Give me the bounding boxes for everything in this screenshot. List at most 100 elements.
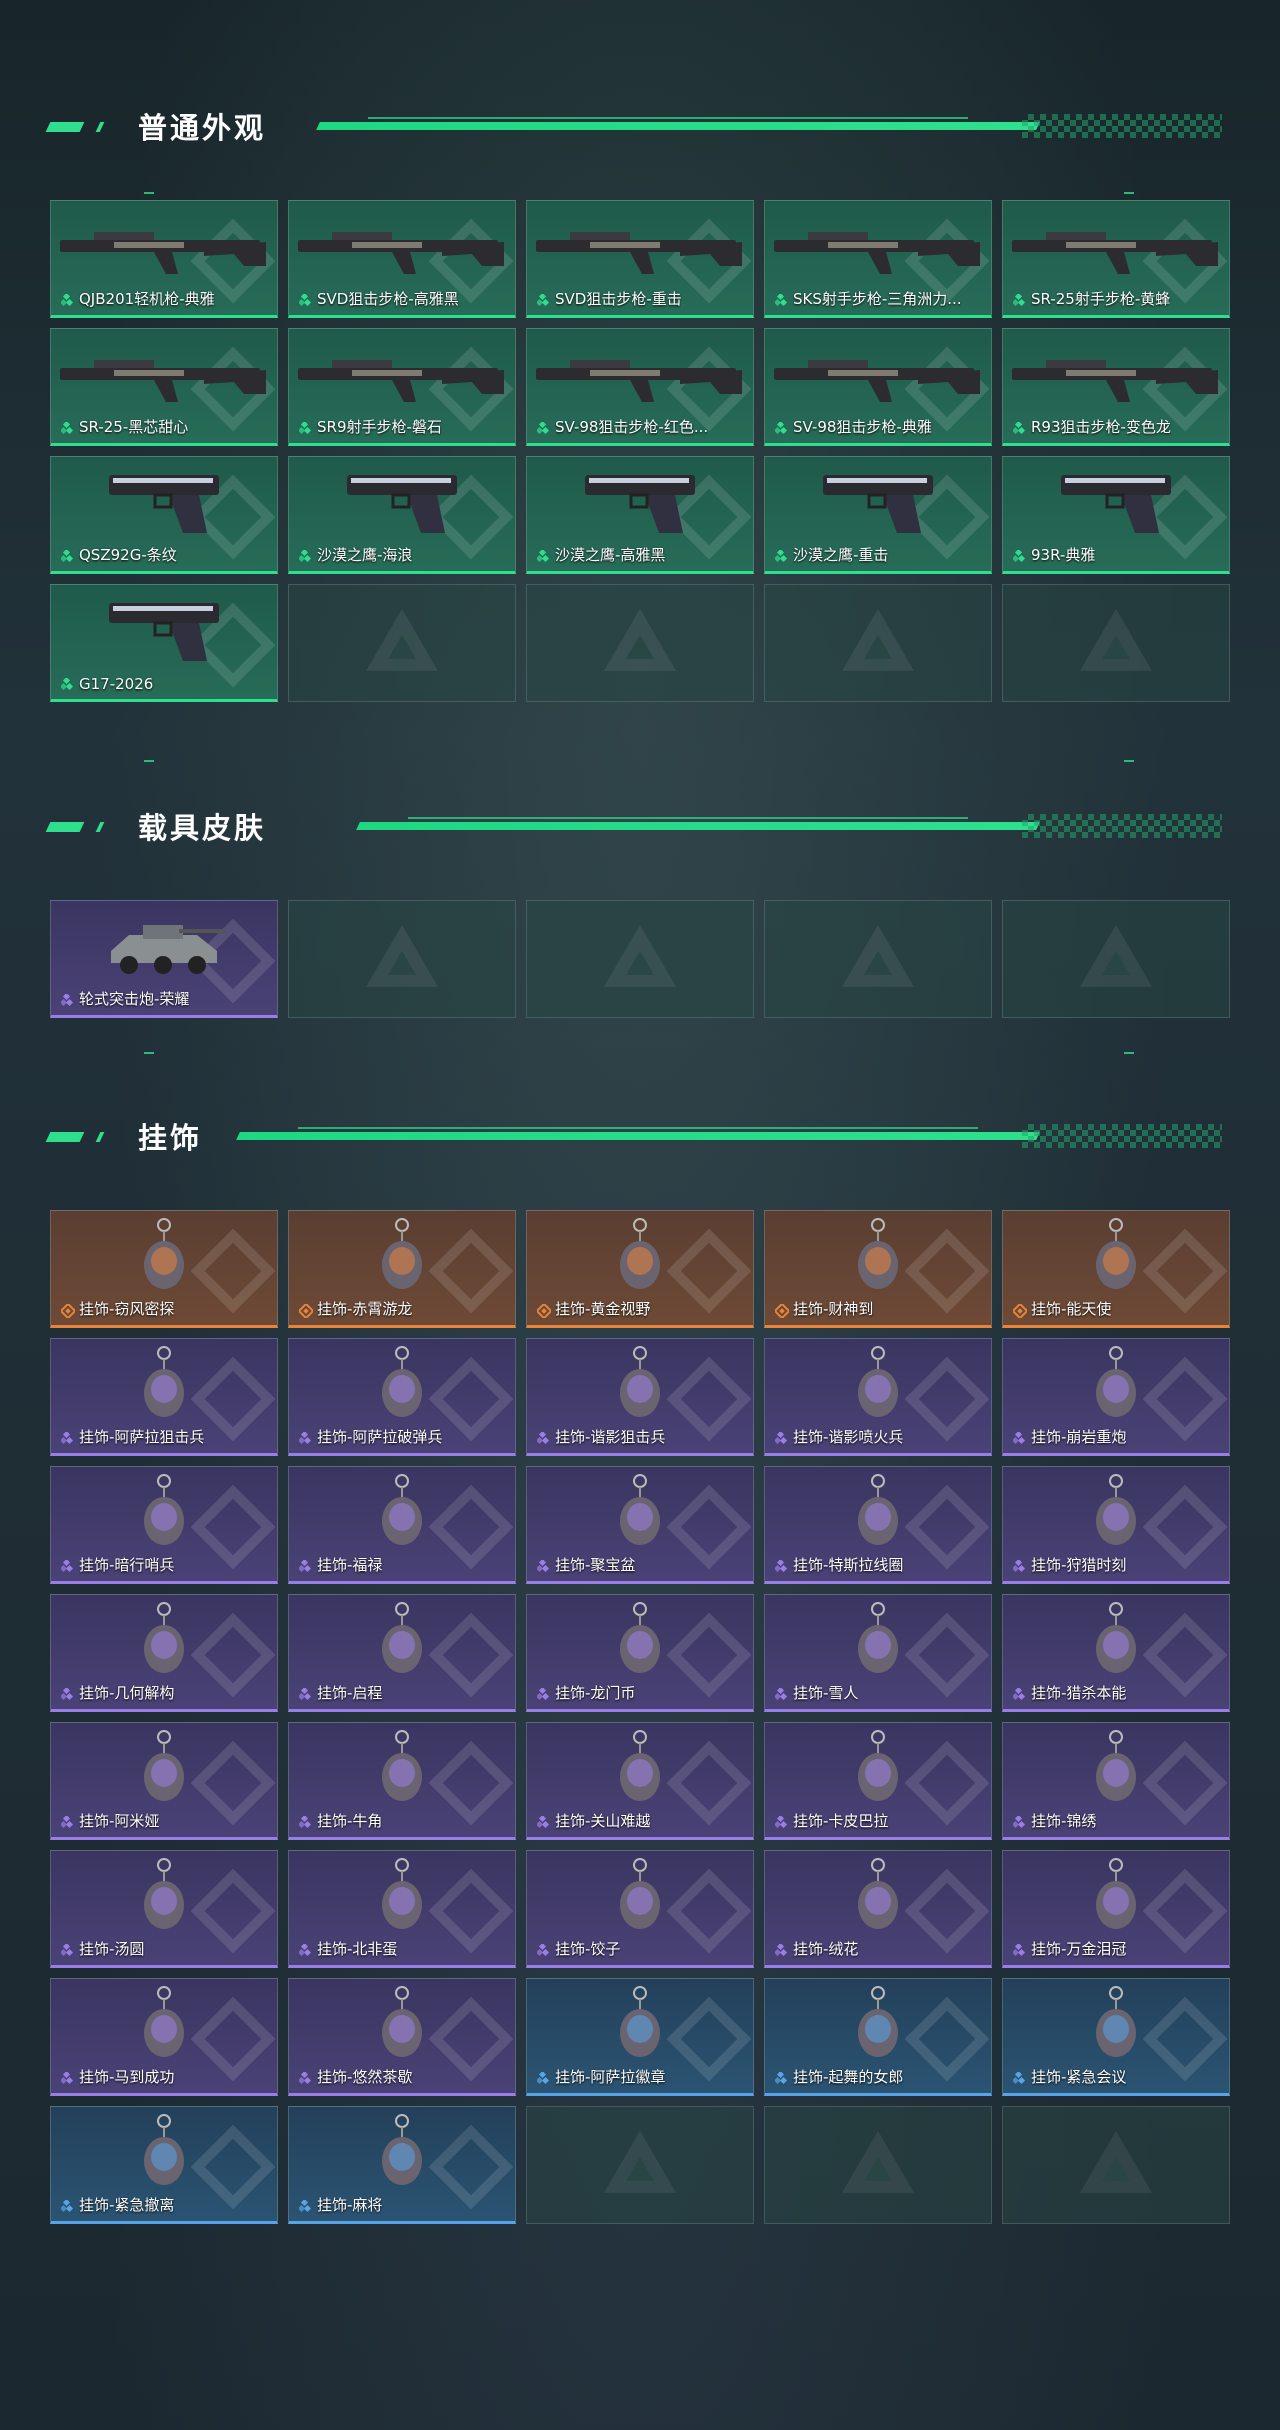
- item-card[interactable]: 挂饰-卡皮巴拉: [764, 1722, 992, 1840]
- item-card[interactable]: 93R-典雅: [1002, 456, 1230, 574]
- item-label: 挂饰-汤圆: [79, 1940, 145, 1958]
- item-card[interactable]: 挂饰-聚宝盆: [526, 1466, 754, 1584]
- rarity-icon: [535, 1942, 550, 1957]
- rifle-icon: [51, 335, 277, 413]
- charm-icon: [289, 1601, 515, 1679]
- item-card[interactable]: 挂饰-起舞的女郎: [764, 1978, 992, 2096]
- item-card[interactable]: 挂饰-特斯拉线圈: [764, 1466, 992, 1584]
- item-card[interactable]: 挂饰-紧急撤离: [50, 2106, 278, 2224]
- item-card[interactable]: 沙漠之鹰-海浪: [288, 456, 516, 574]
- rarity-icon: [59, 292, 74, 307]
- item-label: 挂饰-猎杀本能: [1031, 1684, 1127, 1702]
- item-card[interactable]: R93狙击步枪-变色龙: [1002, 328, 1230, 446]
- item-label: G17-2026: [79, 675, 154, 693]
- item-card[interactable]: SVD狙击步枪-重击: [526, 200, 754, 318]
- item-card[interactable]: 挂饰-紧急会议: [1002, 1978, 1230, 2096]
- item-card[interactable]: 挂饰-阿萨拉徽章: [526, 1978, 754, 2096]
- marker: [1124, 192, 1134, 194]
- item-card[interactable]: 挂饰-关山难越: [526, 1722, 754, 1840]
- charm-icon: [1003, 1473, 1229, 1551]
- charm-icon: [1003, 1345, 1229, 1423]
- item-card[interactable]: G17-2026: [50, 584, 278, 702]
- empty-slot: [764, 2106, 992, 2224]
- item-card[interactable]: 挂饰-谐影喷火兵: [764, 1338, 992, 1456]
- item-card[interactable]: 挂饰-牛角: [288, 1722, 516, 1840]
- item-card[interactable]: SV-98狙击步枪-典雅: [764, 328, 992, 446]
- item-card[interactable]: 沙漠之鹰-重击: [764, 456, 992, 574]
- item-card[interactable]: 挂饰-阿米娅: [50, 1722, 278, 1840]
- item-card[interactable]: 挂饰-北非蛋: [288, 1850, 516, 1968]
- item-label: SR9射手步枪-磐石: [317, 418, 442, 436]
- item-card[interactable]: 挂饰-暗行哨兵: [50, 1466, 278, 1584]
- logo-watermark-icon: [1080, 2130, 1152, 2193]
- rarity-icon: [1011, 1814, 1026, 1829]
- item-label: SVD狙击步枪-重击: [555, 290, 682, 308]
- item-card[interactable]: 挂饰-福禄: [288, 1466, 516, 1584]
- item-card[interactable]: 挂饰-狩猎时刻: [1002, 1466, 1230, 1584]
- logo-watermark-icon: [604, 608, 676, 671]
- item-card[interactable]: 挂饰-赤霄游龙: [288, 1210, 516, 1328]
- item-label: 挂饰-马到成功: [79, 2068, 175, 2086]
- rarity-icon: [297, 1302, 315, 1320]
- item-card[interactable]: 挂饰-汤圆: [50, 1850, 278, 1968]
- item-card[interactable]: 挂饰-阿萨拉狙击兵: [50, 1338, 278, 1456]
- item-card[interactable]: SR-25-黑芯甜心: [50, 328, 278, 446]
- item-card[interactable]: 挂饰-财神到: [764, 1210, 992, 1328]
- charm-icon: [765, 1217, 991, 1295]
- empty-slot: [526, 2106, 754, 2224]
- rarity-icon: [59, 548, 74, 563]
- item-card[interactable]: 挂饰-绒花: [764, 1850, 992, 1968]
- rarity-icon: [773, 1814, 788, 1829]
- item-card[interactable]: SKS射手步枪-三角洲力...: [764, 200, 992, 318]
- item-label: 挂饰-龙门币: [555, 1684, 636, 1702]
- item-card[interactable]: 挂饰-麻将: [288, 2106, 516, 2224]
- header-thin-line: [368, 117, 968, 119]
- item-card[interactable]: 挂饰-锦绣: [1002, 1722, 1230, 1840]
- charm-icon: [289, 1217, 515, 1295]
- item-card[interactable]: 挂饰-雪人: [764, 1594, 992, 1712]
- item-label: 挂饰-窃风密探: [79, 1300, 175, 1318]
- item-card[interactable]: 沙漠之鹰-高雅黑: [526, 456, 754, 574]
- item-card[interactable]: 挂饰-谐影狙击兵: [526, 1338, 754, 1456]
- charm-icon: [1003, 1217, 1229, 1295]
- charm-icon: [51, 1729, 277, 1807]
- header-line: [356, 822, 1040, 830]
- item-card[interactable]: 挂饰-猎杀本能: [1002, 1594, 1230, 1712]
- rarity-icon: [297, 1430, 312, 1445]
- rarity-icon: [1011, 1430, 1026, 1445]
- item-label: SVD狙击步枪-高雅黑: [317, 290, 459, 308]
- item-card[interactable]: 挂饰-几何解构: [50, 1594, 278, 1712]
- item-label: 挂饰-几何解构: [79, 1684, 175, 1702]
- item-label: 挂饰-崩岩重炮: [1031, 1428, 1127, 1446]
- item-card[interactable]: 挂饰-龙门币: [526, 1594, 754, 1712]
- item-card[interactable]: 挂饰-能天使: [1002, 1210, 1230, 1328]
- item-card[interactable]: 挂饰-阿萨拉破弹兵: [288, 1338, 516, 1456]
- item-card[interactable]: 挂饰-马到成功: [50, 1978, 278, 2096]
- item-card[interactable]: SR-25射手步枪-黄蜂: [1002, 200, 1230, 318]
- item-card[interactable]: 轮式突击炮-荣耀: [50, 900, 278, 1018]
- armored-vehicle-icon: [51, 907, 277, 985]
- item-card[interactable]: 挂饰-启程: [288, 1594, 516, 1712]
- item-card[interactable]: 挂饰-饺子: [526, 1850, 754, 1968]
- charm-icon: [527, 1345, 753, 1423]
- item-card[interactable]: 挂饰-万金泪冠: [1002, 1850, 1230, 1968]
- item-card[interactable]: SR9射手步枪-磐石: [288, 328, 516, 446]
- empty-slot: [526, 900, 754, 1018]
- item-card[interactable]: 挂饰-悠然茶歇: [288, 1978, 516, 2096]
- item-card[interactable]: 挂饰-黄金视野: [526, 1210, 754, 1328]
- rarity-icon: [773, 1302, 791, 1320]
- pistol-icon: [289, 463, 515, 541]
- item-card[interactable]: SV-98狙击步枪-红色...: [526, 328, 754, 446]
- item-card[interactable]: 挂饰-崩岩重炮: [1002, 1338, 1230, 1456]
- item-card[interactable]: QSZ92G-条纹: [50, 456, 278, 574]
- normal-grid: QJB201轻机枪-典雅 SVD狙击步枪-高雅黑 SVD狙击步枪-重击 SKS射手步枪…: [50, 200, 1230, 702]
- rarity-icon: [297, 2198, 312, 2213]
- item-card[interactable]: SVD狙击步枪-高雅黑: [288, 200, 516, 318]
- rarity-icon: [773, 420, 788, 435]
- item-card[interactable]: 挂饰-窃风密探: [50, 1210, 278, 1328]
- item-card[interactable]: QJB201轻机枪-典雅: [50, 200, 278, 318]
- sniper-rifle-icon: [527, 335, 753, 413]
- marker: [144, 192, 154, 194]
- item-label: 挂饰-雪人: [793, 1684, 859, 1702]
- logo-watermark-icon: [842, 924, 914, 987]
